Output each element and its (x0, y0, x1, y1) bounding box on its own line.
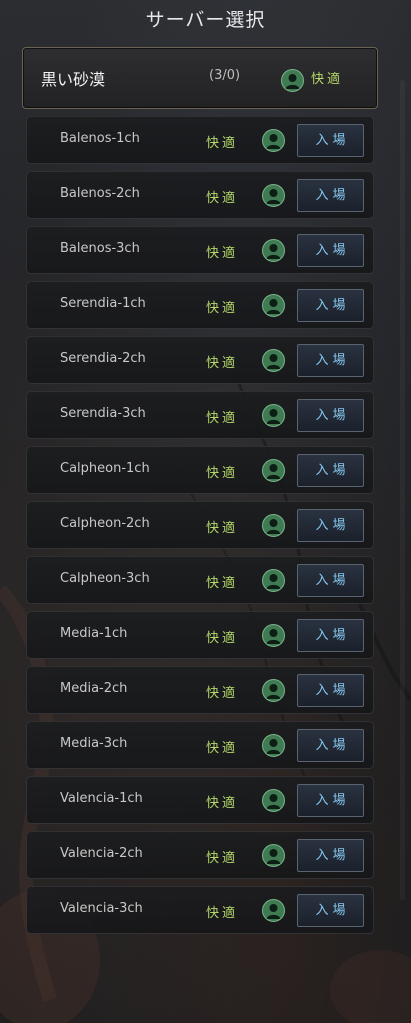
user-circle-icon (262, 899, 285, 922)
user-circle-icon (262, 459, 285, 482)
channel-status: 快適 (206, 576, 239, 591)
channel-name: Calpheon-1ch (60, 461, 150, 476)
user-circle-icon (262, 129, 285, 152)
enter-button[interactable]: 入場 (297, 784, 364, 817)
channel-row[interactable]: Media-1ch 快適 入場 (26, 611, 374, 659)
channel-status: 快適 (206, 686, 239, 701)
user-circle-icon (262, 294, 285, 317)
channel-row[interactable]: Balenos-3ch 快適 入場 (26, 226, 374, 274)
user-circle-icon (262, 569, 285, 592)
channel-row[interactable]: Media-2ch 快適 入場 (26, 666, 374, 714)
channel-row[interactable]: Serendia-2ch 快適 入場 (26, 336, 374, 384)
user-circle-icon (262, 679, 285, 702)
channel-name: Balenos-3ch (60, 241, 140, 256)
channel-row[interactable]: Balenos-2ch 快適 入場 (26, 171, 374, 219)
channel-status: 快適 (206, 301, 239, 316)
channel-status: 快適 (206, 191, 239, 206)
enter-button[interactable]: 入場 (297, 674, 364, 707)
channel-name: Calpheon-2ch (60, 516, 150, 531)
enter-button[interactable]: 入場 (297, 124, 364, 157)
enter-button[interactable]: 入場 (297, 179, 364, 212)
channel-name: Media-1ch (60, 626, 128, 641)
channel-name: Valencia-3ch (60, 901, 143, 916)
channel-name: Valencia-1ch (60, 791, 143, 806)
channel-row[interactable]: Serendia-1ch 快適 入場 (26, 281, 374, 329)
channel-name: Serendia-1ch (60, 296, 146, 311)
user-circle-icon (262, 624, 285, 647)
channel-name: Valencia-2ch (60, 846, 143, 861)
user-circle-icon (262, 184, 285, 207)
user-circle-icon (262, 844, 285, 867)
channel-row[interactable]: Balenos-1ch 快適 入場 (26, 116, 374, 164)
channel-status: 快適 (206, 356, 239, 371)
channel-row[interactable]: Calpheon-2ch 快適 入場 (26, 501, 374, 549)
channel-row[interactable]: Calpheon-3ch 快適 入場 (26, 556, 374, 604)
enter-button[interactable]: 入場 (297, 344, 364, 377)
user-circle-icon (262, 349, 285, 372)
channel-status: 快適 (206, 851, 239, 866)
channel-status: 快適 (206, 741, 239, 756)
channel-row[interactable]: Valencia-2ch 快適 入場 (26, 831, 374, 879)
enter-button[interactable]: 入場 (297, 399, 364, 432)
channel-status: 快適 (206, 796, 239, 811)
channel-status: 快適 (206, 906, 239, 921)
channel-status: 快適 (206, 466, 239, 481)
channel-name: Calpheon-3ch (60, 571, 150, 586)
channel-status: 快適 (206, 246, 239, 261)
server-select-window: サーバー選択 黒い砂漠 (3/0) 快適 Balenos-1ch 快適 入場 Bale… (0, 0, 411, 1023)
enter-button[interactable]: 入場 (297, 454, 364, 487)
channel-status: 快適 (206, 521, 239, 536)
channel-name: Media-2ch (60, 681, 128, 696)
enter-button[interactable]: 入場 (297, 894, 364, 927)
enter-button[interactable]: 入場 (297, 564, 364, 597)
channel-name: Balenos-2ch (60, 186, 140, 201)
enter-button[interactable]: 入場 (297, 729, 364, 762)
enter-button[interactable]: 入場 (297, 509, 364, 542)
channel-status: 快適 (206, 136, 239, 151)
channel-name: Media-3ch (60, 736, 128, 751)
channel-status: 快適 (206, 631, 239, 646)
channel-row[interactable]: Serendia-3ch 快適 入場 (26, 391, 374, 439)
channel-list: Balenos-1ch 快適 入場 Balenos-2ch 快適 入場 Balenos-3c… (0, 0, 411, 1023)
enter-button[interactable]: 入場 (297, 619, 364, 652)
channel-status: 快適 (206, 411, 239, 426)
user-circle-icon (262, 734, 285, 757)
user-circle-icon (262, 514, 285, 537)
user-circle-icon (262, 239, 285, 262)
enter-button[interactable]: 入場 (297, 839, 364, 872)
scrollbar[interactable] (400, 80, 405, 900)
channel-row[interactable]: Media-3ch 快適 入場 (26, 721, 374, 769)
channel-row[interactable]: Calpheon-1ch 快適 入場 (26, 446, 374, 494)
channel-name: Balenos-1ch (60, 131, 140, 146)
enter-button[interactable]: 入場 (297, 289, 364, 322)
channel-row[interactable]: Valencia-3ch 快適 入場 (26, 886, 374, 934)
channel-row[interactable]: Valencia-1ch 快適 入場 (26, 776, 374, 824)
enter-button[interactable]: 入場 (297, 234, 364, 267)
channel-name: Serendia-3ch (60, 406, 146, 421)
user-circle-icon (262, 789, 285, 812)
channel-name: Serendia-2ch (60, 351, 146, 366)
user-circle-icon (262, 404, 285, 427)
